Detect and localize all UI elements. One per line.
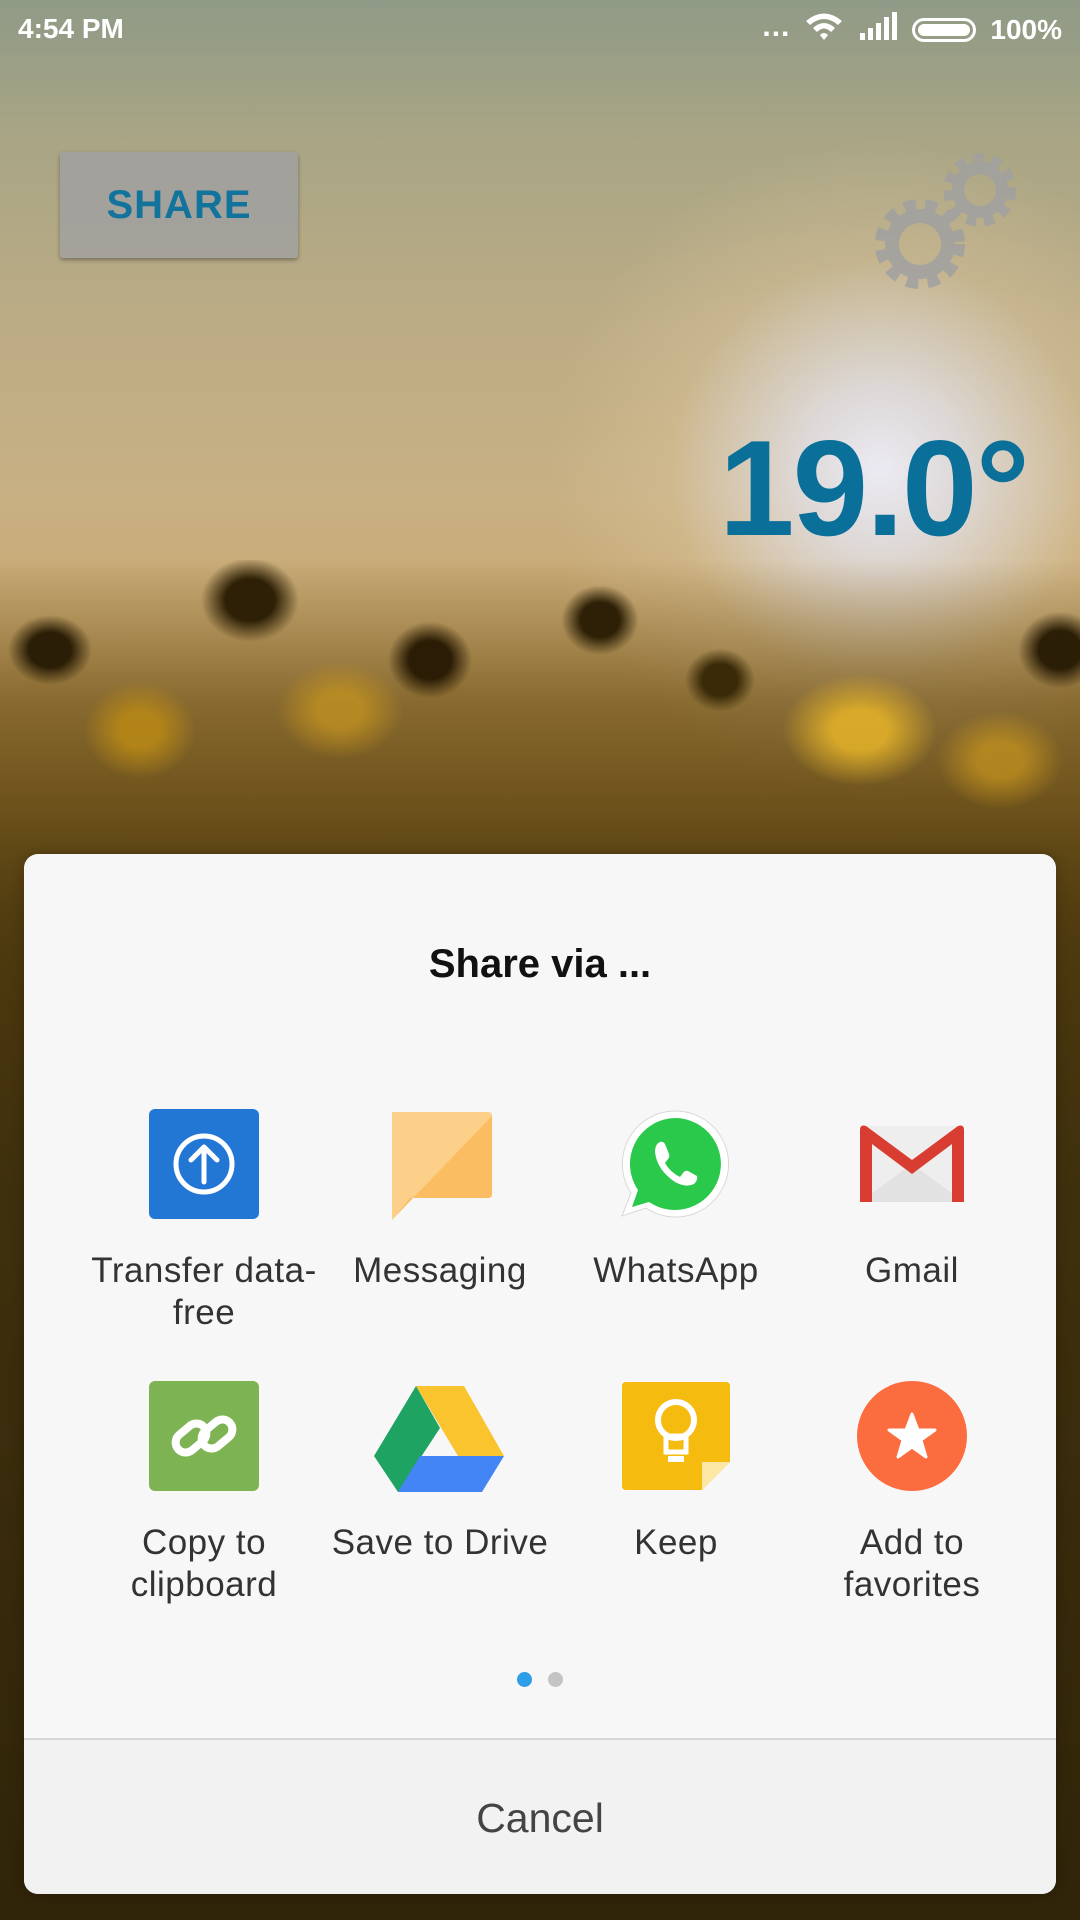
share-target-label: Add to favorites [843,1523,981,1604]
whatsapp-icon [620,1108,732,1220]
wifi-icon [804,10,844,49]
share-target-label: Gmail [865,1251,959,1290]
share-target-label: Save to Drive [331,1523,549,1562]
dialog-title: Share via ... [428,942,652,986]
more-dots: ... [762,9,791,43]
share-target-messaging[interactable]: Messaging [322,1108,558,1348]
status-time: 4:54 PM [18,13,124,44]
keep-icon [620,1380,732,1492]
temperature-reading: 19.0° [718,412,1030,564]
link-icon [148,1380,260,1492]
share-button[interactable]: SHARE [60,152,298,258]
status-bar: 4:54 PM ... 100% [0,0,1080,60]
page-dot[interactable] [548,1672,563,1687]
share-target-keep[interactable]: Keep [558,1380,794,1620]
gmail-icon [856,1108,968,1220]
share-target-label: Transfer data-free [91,1251,317,1332]
share-target-copy-clipboard[interactable]: Copy to clipboard [86,1380,322,1620]
share-target-whatsapp[interactable]: WhatsApp [558,1108,794,1348]
transfer-data-free-icon [148,1108,260,1220]
share-target-label: Keep [634,1523,718,1562]
star-icon [856,1380,968,1492]
share-target-gmail[interactable]: Gmail [794,1108,1030,1348]
gear-icon[interactable] [868,148,1028,300]
page-dot-active[interactable] [517,1672,532,1687]
share-target-favorites[interactable]: Add to favorites [794,1380,1030,1620]
share-target-label: Messaging [353,1251,527,1290]
messaging-icon [384,1108,496,1220]
google-drive-icon [372,1380,508,1492]
share-target-drive[interactable]: Save to Drive [322,1380,558,1620]
signal-icon [858,11,898,48]
page-indicator [24,1672,1056,1687]
battery-percent: 100% [990,13,1062,45]
cancel-button[interactable]: Cancel [24,1738,1056,1894]
status-icons: ... 100% [762,10,1062,49]
battery-icon [912,17,977,42]
share-target-transfer[interactable]: Transfer data-free [86,1108,322,1348]
share-target-label: Copy to clipboard [130,1523,278,1604]
share-target-label: WhatsApp [593,1251,759,1290]
share-dialog: Share via ... Transfer data-free Messagi… [24,854,1056,1894]
